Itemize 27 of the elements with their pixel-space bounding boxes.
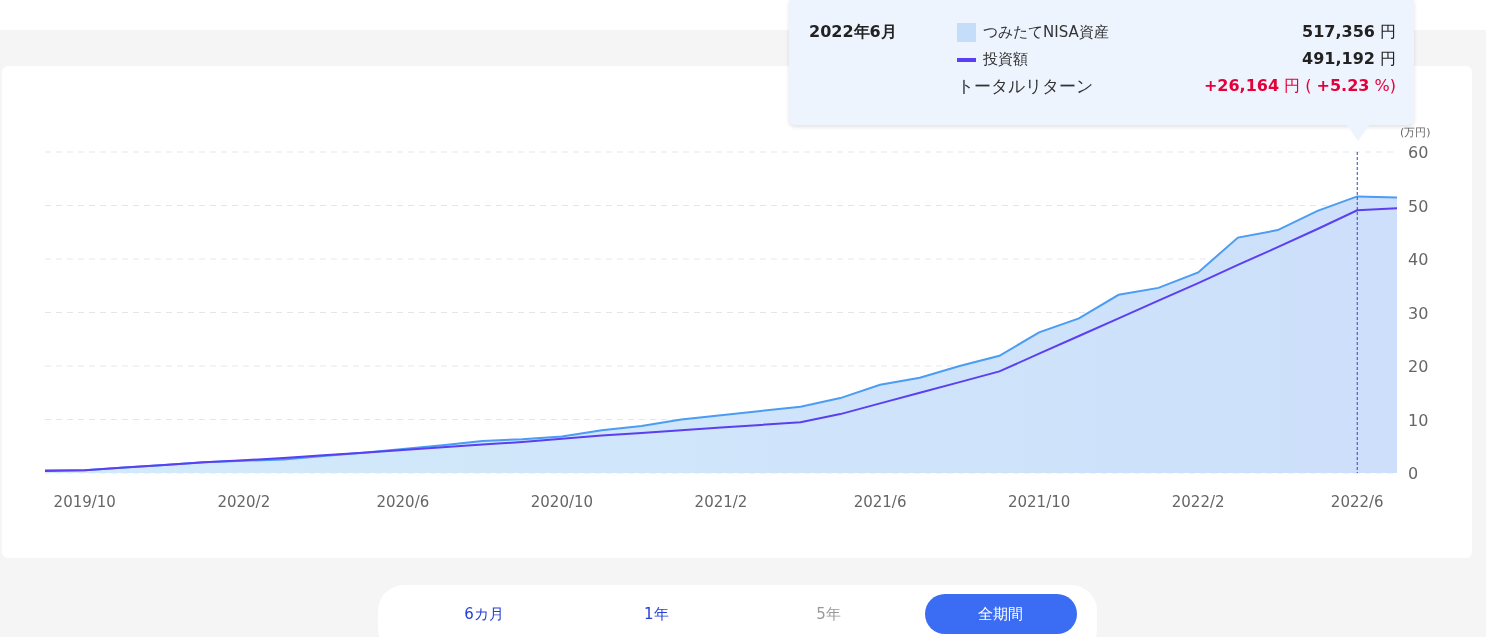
y-tick-label: 30	[1408, 303, 1429, 323]
tooltip-label: つみたてNISA資産	[983, 23, 1110, 42]
tooltip-value: 491,192 円	[1302, 49, 1396, 70]
range-button[interactable]: 全期間	[924, 594, 1077, 634]
x-tick-label: 2021/6	[853, 493, 907, 511]
x-tick-label: 2021/2	[694, 493, 748, 511]
y-tick-label: 40	[1408, 250, 1429, 269]
tooltip-value: +26,164 円 ( +5.23 %)	[1203, 76, 1396, 97]
y-tick-label: 10	[1408, 410, 1429, 430]
tooltip-value: 517,356 円	[1302, 22, 1396, 43]
x-tick-label: 2022/2	[1171, 493, 1225, 511]
range-button[interactable]: 6カ月	[408, 594, 561, 634]
x-tick-label: 2021/10	[1007, 493, 1071, 511]
x-tick-label: 2020/6	[376, 493, 430, 511]
range-button[interactable]: 1年	[580, 594, 733, 634]
tooltip-label: トータルリターン	[957, 75, 1094, 98]
y-tick-label: 0	[1408, 464, 1419, 483]
x-tick-label: 2019/10	[53, 493, 116, 511]
x-tick-label: 2020/10	[530, 493, 594, 511]
x-tick-label: 2020/2	[217, 493, 271, 511]
y-tick-label: 60	[1408, 143, 1429, 162]
axis-unit: (万円)	[1400, 126, 1431, 139]
y-tick-label: 20	[1408, 357, 1429, 376]
tooltip-date: 2022年6月	[809, 22, 898, 43]
y-tick-label: 50	[1408, 196, 1429, 216]
tooltip-label: 投資額	[983, 50, 1029, 69]
x-tick-label: 2022/6	[1330, 493, 1384, 511]
